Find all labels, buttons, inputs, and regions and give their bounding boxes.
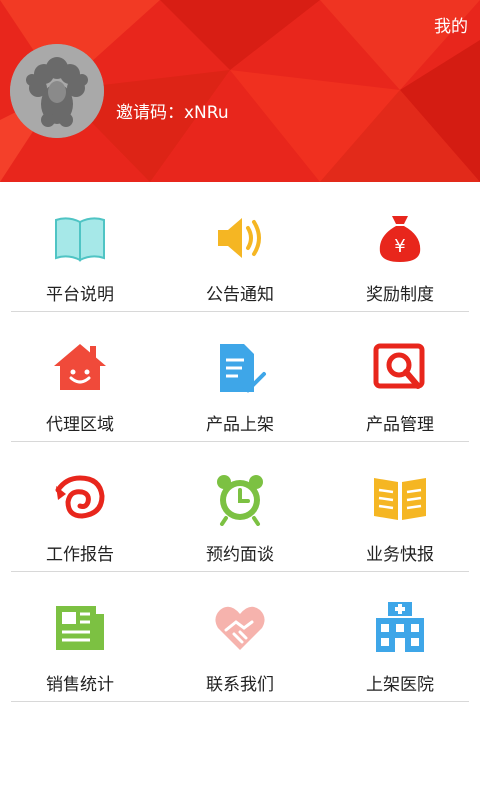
menu-row: 销售统计 联系我们 上架医院 (0, 572, 480, 702)
menu-item-announcements[interactable]: 公告通知 (160, 182, 320, 312)
menu-item-label: 奖励制度 (366, 285, 434, 305)
menu-item-label: 产品管理 (366, 415, 434, 435)
house-smile-icon (54, 344, 106, 390)
menu-item-product-management[interactable]: 产品管理 (320, 312, 480, 442)
menu-item-label: 公告通知 (206, 285, 274, 305)
menu-grid: 平台说明 公告通知 ¥ 奖励制度 代理区域 产品上架 产品管理 工作报告 预约面… (0, 182, 480, 702)
menu-item-work-report[interactable]: 工作报告 (0, 442, 160, 572)
menu-item-rewards[interactable]: ¥ 奖励制度 (320, 182, 480, 312)
menu-item-label: 联系我们 (206, 675, 274, 695)
menu-item-label: 平台说明 (46, 285, 114, 305)
menu-item-sales-stats[interactable]: 销售统计 (0, 572, 160, 702)
menu-item-hospitals[interactable]: 上架医院 (320, 572, 480, 702)
menu-item-appointment[interactable]: 预约面谈 (160, 442, 320, 572)
avatar[interactable] (10, 44, 104, 138)
swirl-icon (55, 475, 105, 519)
menu-item-label: 销售统计 (46, 675, 114, 695)
hospital-icon (376, 602, 424, 652)
newspaper-icon (56, 606, 104, 650)
menu-item-label: 上架医院 (366, 675, 434, 695)
speaker-icon (218, 218, 261, 258)
sheep-avatar-icon (10, 44, 104, 138)
menu-item-business-news[interactable]: 业务快报 (320, 442, 480, 572)
menu-row: 平台说明 公告通知 ¥ 奖励制度 (0, 182, 480, 312)
page-title[interactable]: 我的 (434, 12, 468, 37)
menu-item-agent-region[interactable]: 代理区域 (0, 312, 160, 442)
menu-item-label: 产品上架 (206, 415, 274, 435)
search-document-icon (373, 343, 425, 389)
menu-row: 代理区域 产品上架 产品管理 (0, 312, 480, 442)
menu-item-platform-info[interactable]: 平台说明 (0, 182, 160, 312)
menu-item-product-listing[interactable]: 产品上架 (160, 312, 320, 442)
svg-text:¥: ¥ (394, 236, 405, 257)
menu-item-label: 工作报告 (46, 545, 114, 565)
profile-header: 我的 邀请码：xNRu (0, 0, 480, 182)
invite-code: 邀请码：xNRu (116, 103, 229, 123)
book-icon (55, 217, 105, 262)
open-book-icon (374, 478, 426, 520)
alarm-clock-icon (217, 475, 263, 526)
menu-item-label: 代理区域 (46, 415, 114, 435)
menu-item-label: 预约面谈 (206, 545, 274, 565)
document-check-icon (220, 344, 266, 393)
row-divider (11, 701, 469, 702)
menu-row: 工作报告 预约面谈 业务快报 (0, 442, 480, 572)
menu-item-label: 业务快报 (366, 545, 434, 565)
money-bag-icon: ¥ (379, 216, 421, 262)
menu-item-contact-us[interactable]: 联系我们 (160, 572, 320, 702)
heart-handshake-icon (215, 606, 265, 650)
